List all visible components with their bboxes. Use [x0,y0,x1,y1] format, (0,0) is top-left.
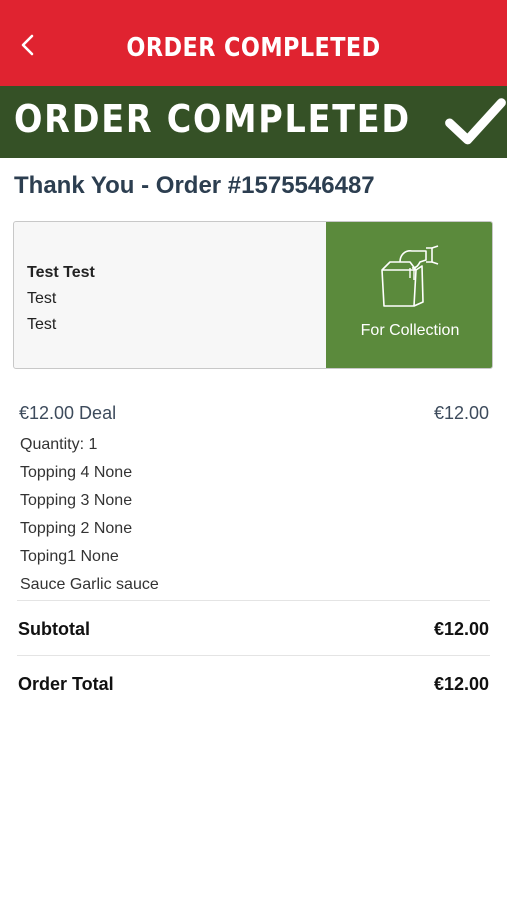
order-total-value: €12.00 [433,674,489,694]
customer-address-line-1: Test [27,290,57,307]
item-price: €12.00 [433,403,489,423]
item-detail-topping-2: Topping 2 None [20,520,133,537]
item-title: €12.00 Deal [19,403,117,423]
customer-name: Test Test [27,264,95,281]
order-total-label: Order Total [18,674,114,694]
order-completed-banner: ORDER COMPLETED [0,86,507,158]
item-detail-sauce: Sauce Garlic sauce [20,576,159,593]
chevron-left-icon[interactable] [14,30,44,60]
customer-card: Test Test Test Test For Collection [13,221,493,369]
checkmark-icon [445,98,506,145]
hand-bag-icon [381,245,439,307]
divider [17,600,490,601]
top-nav-bar: ORDER COMPLETED [0,0,507,86]
customer-address-line-2: Test [27,316,57,333]
item-detail-topping-1: Toping1 None [20,548,119,565]
customer-info: Test Test Test Test [27,260,95,338]
collection-panel: For Collection [326,222,492,368]
divider [17,655,490,656]
subtotal-value: €12.00 [433,619,489,639]
item-detail-quantity: Quantity: 1 [20,436,98,453]
collection-label: For Collection [360,322,460,339]
nav-title: ORDER COMPLETED [126,33,381,63]
item-detail-topping-3: Topping 3 None [20,492,133,509]
order-heading: Thank You - Order #1575546487 [14,172,375,199]
item-detail-topping-4: Topping 4 None [20,464,133,481]
subtotal-label: Subtotal [18,619,90,639]
banner-text: ORDER COMPLETED [14,97,411,141]
order-completed-screen: ORDER COMPLETED ORDER COMPLETED Thank Yo… [0,0,507,900]
